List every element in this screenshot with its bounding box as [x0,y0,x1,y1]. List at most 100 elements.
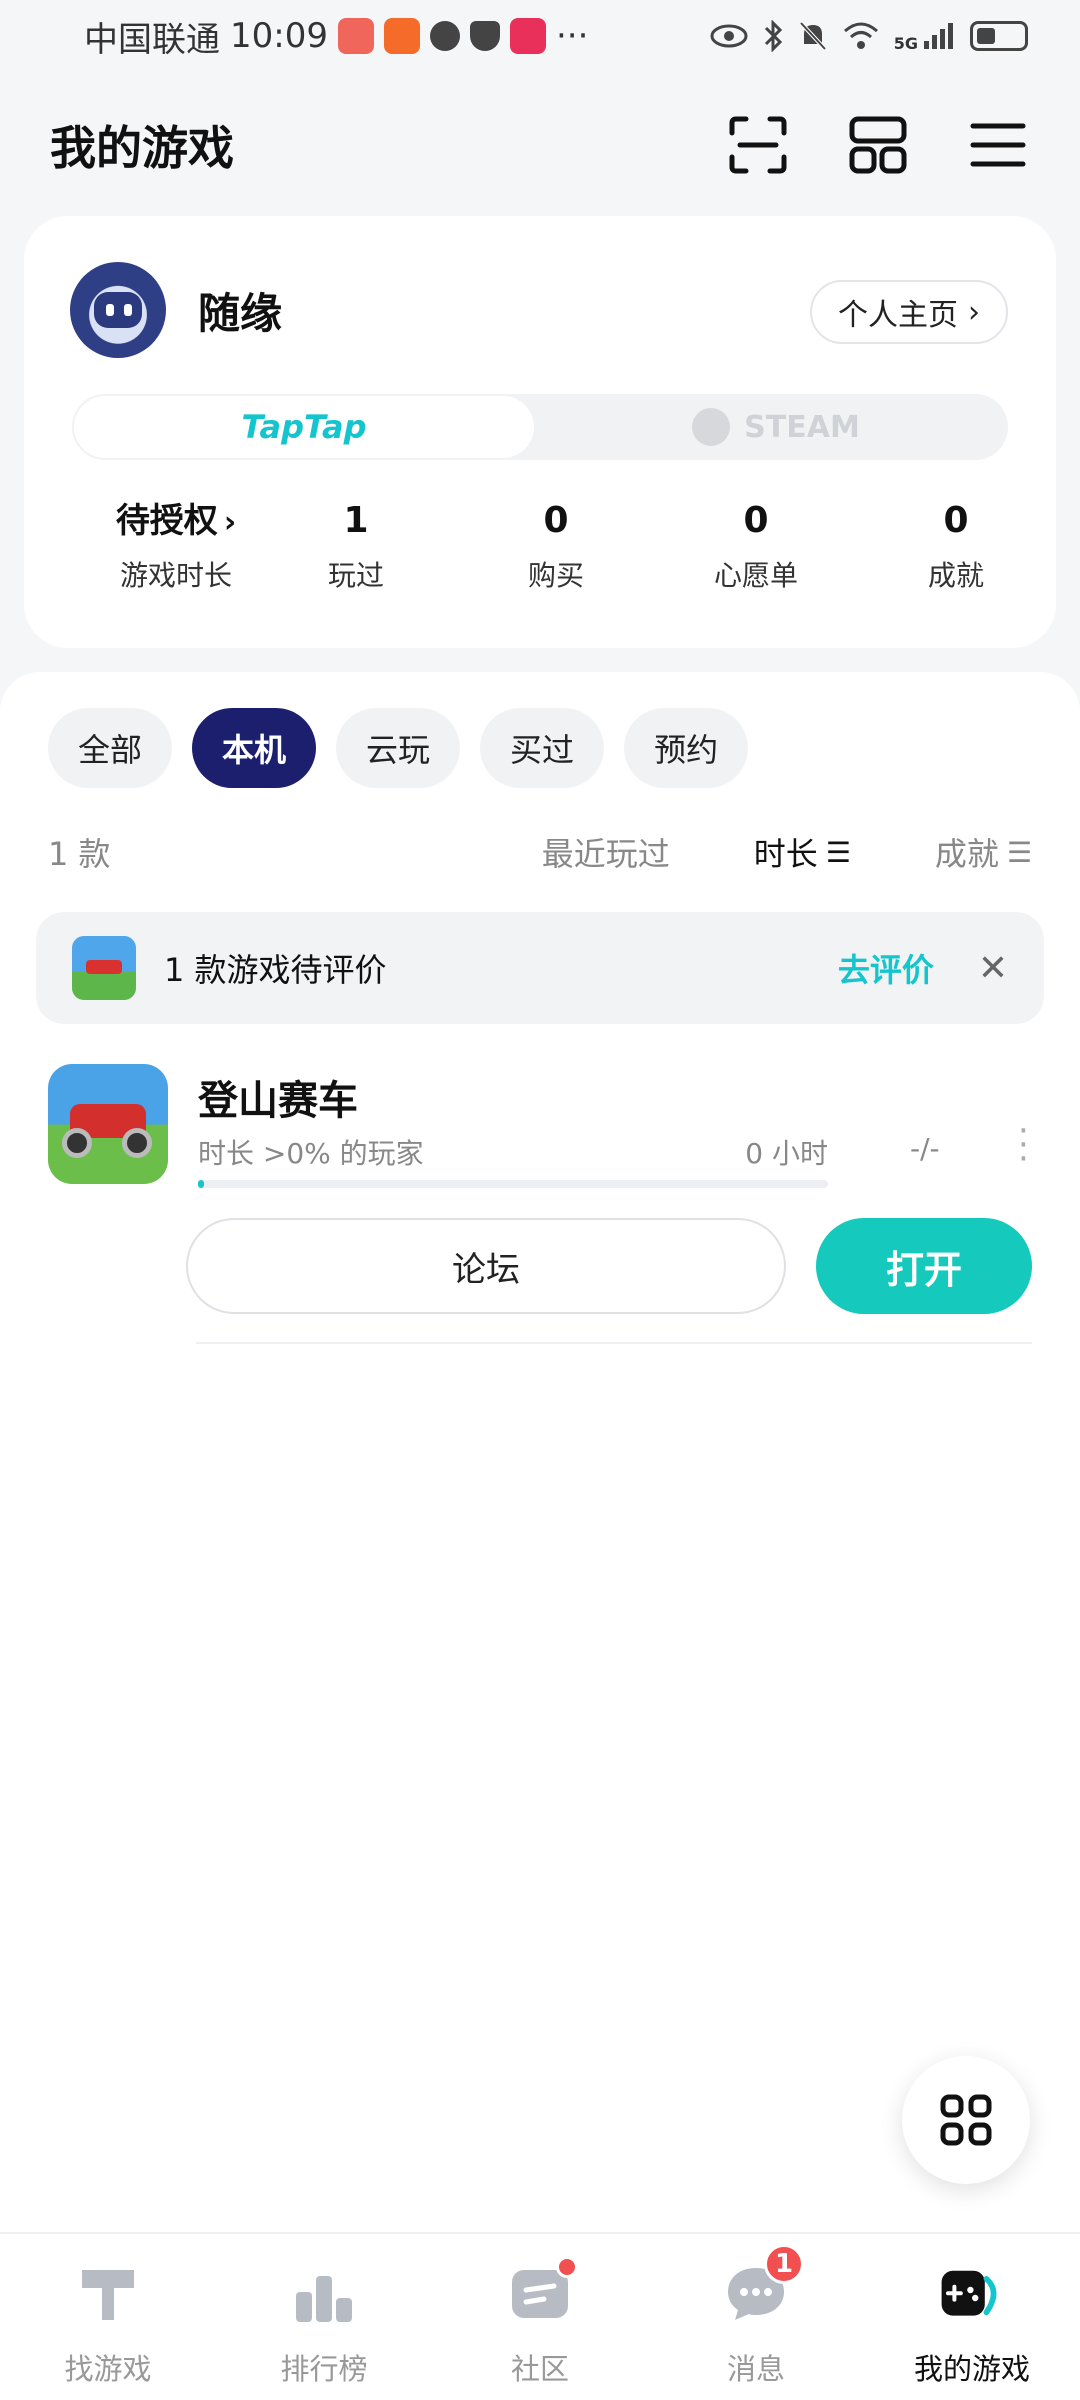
stat-label: 购买 [527,559,584,592]
filter-all[interactable]: 全部 [48,708,173,788]
kuaishou-app-icon [383,18,420,54]
playtime-progress-fill [198,1180,205,1188]
nav-label: 排行榜 [280,2352,368,2386]
more-notifications: ··· [555,16,589,56]
signal-icon [924,23,953,49]
sort-label: 成就 [934,835,999,873]
network-type: 5G [893,33,918,53]
header: 我的游戏 [0,100,1080,190]
huawei-app-icon [337,18,374,54]
stat-purchased[interactable]: 0 购买 [456,496,656,594]
stat-wishlist[interactable]: 0 心愿单 [656,496,856,594]
game-hours: 0 小时 [745,1137,828,1170]
stat-achievements[interactable]: 0 成就 [856,496,1056,594]
podium-icon [292,2262,356,2326]
taptap-tab[interactable]: TapTap [74,396,534,458]
stat-value: 0 [943,500,969,541]
hammer-icon [76,2262,140,2326]
game-playtime-stat: 时长 >0% 的玩家 [198,1137,424,1170]
mute-bell-icon [799,21,827,51]
stat-value: 0 [543,500,569,541]
stat-value: 待授权 [115,501,218,541]
divider [196,1342,1032,1344]
game-row[interactable]: 登山赛车 时长 >0% 的玩家 0 小时 -/- · · · [48,1058,1048,1198]
profile-card: 随缘 个人主页 › TapTap STEAM 待授权 › 游戏时长 1 玩过 0 … [24,216,1056,648]
sort-label: 最近玩过 [541,835,670,873]
eye-icon [710,24,748,48]
sort-bar: 1 款 最近玩过 时长 ☰ 成就 ☰ [48,822,1032,882]
nav-my-games[interactable]: 我的游戏 [864,2234,1080,2400]
close-icon[interactable]: ✕ [978,948,1008,989]
filter-cloud[interactable]: 云玩 [336,708,461,788]
forum-button[interactable]: 论坛 [186,1218,786,1314]
clock: 10:09 [230,16,328,56]
sort-order-icon: ☰ [825,835,851,869]
game-list-panel: 全部 本机 云玩 买过 预约 1 款 最近玩过 时长 ☰ 成就 ☰ 1 款游戏待… [0,672,1080,2232]
battery-icon [970,21,1028,51]
stat-value: 1 [343,500,369,541]
steam-tab[interactable]: STEAM [546,396,1006,458]
notification-dot [556,2256,578,2278]
playtime-progress [198,1180,828,1188]
shield-icon [469,21,500,51]
stat-label: 成就 [927,559,984,592]
wheel-graphic [62,1128,92,1158]
game-title[interactable]: 登山赛车 [198,1068,358,1126]
review-banner: 1 款游戏待评价 去评价 ✕ [36,912,1044,1024]
grid-icon [940,2094,992,2146]
stat-label: 游戏时长 [119,559,232,592]
sort-order-icon: ☰ [1006,835,1032,869]
go-review-link[interactable]: 去评价 [838,945,934,991]
stats-row: 待授权 › 游戏时长 1 玩过 0 购买 0 心愿单 0 成就 [24,496,1056,616]
scan-icon[interactable] [726,113,790,177]
filter-local[interactable]: 本机 [192,708,317,788]
app-notification-icon [509,18,546,54]
carrier-label: 中国联通 [84,19,220,60]
nav-community[interactable]: 社区 [432,2234,648,2400]
bottom-nav: 找游戏 排行榜 社区 1 消息 我的游戏 [0,2232,1080,2400]
username[interactable]: 随缘 [198,280,282,341]
sort-playtime[interactable]: 时长 ☰ [754,829,851,875]
sort-achievements[interactable]: 成就 ☰ [935,829,1032,875]
menu-icon[interactable] [966,113,1030,177]
open-button[interactable]: 打开 [816,1218,1032,1314]
profile-page-button[interactable]: 个人主页 › [810,280,1008,344]
steam-icon [692,408,731,446]
more-options-icon[interactable]: · · · [1018,1114,1029,1176]
stat-label: 心愿单 [713,559,798,592]
sort-recent[interactable]: 最近玩过 [542,829,670,875]
stat-label: 玩过 [327,559,384,592]
gamepad-icon [940,2262,1004,2326]
nav-messages[interactable]: 1 消息 [648,2234,864,2400]
filter-reserved[interactable]: 预约 [624,708,749,788]
nav-find-games[interactable]: 找游戏 [0,2234,216,2400]
nav-label: 消息 [726,2352,785,2386]
game-icon[interactable] [48,1064,168,1184]
stat-value: 0 [743,500,769,541]
game-achievements: -/- [910,1132,940,1165]
taptap-logo: TapTap [241,408,367,446]
platform-toggle: TapTap STEAM [72,394,1008,460]
message-badge: 1 [764,2244,804,2284]
game-count: 1 款 [48,835,111,873]
avatar[interactable] [70,262,166,358]
wheel-graphic [122,1128,152,1158]
message-icon [429,21,460,51]
bluetooth-icon [764,20,782,52]
layout-icon[interactable] [846,113,910,177]
steam-label: STEAM [744,409,860,445]
chevron-right-icon: › [968,294,980,330]
nav-label: 我的游戏 [913,2352,1030,2386]
apps-grid-button[interactable] [902,2056,1030,2184]
nav-rankings[interactable]: 排行榜 [216,2234,432,2400]
game-thumbnail [72,936,136,1000]
status-bar: 中国联通 10:09 ··· 5G [0,0,1080,72]
sort-label: 时长 [753,835,818,873]
stat-playtime[interactable]: 待授权 › 游戏时长 [76,496,276,594]
chevron-right-icon: › [223,505,237,540]
nav-label: 找游戏 [64,2352,152,2386]
page-title: 我的游戏 [50,121,234,175]
stat-played[interactable]: 1 玩过 [256,496,456,594]
filter-bought[interactable]: 买过 [480,708,605,788]
filter-chips: 全部 本机 云玩 买过 预约 [48,708,749,788]
